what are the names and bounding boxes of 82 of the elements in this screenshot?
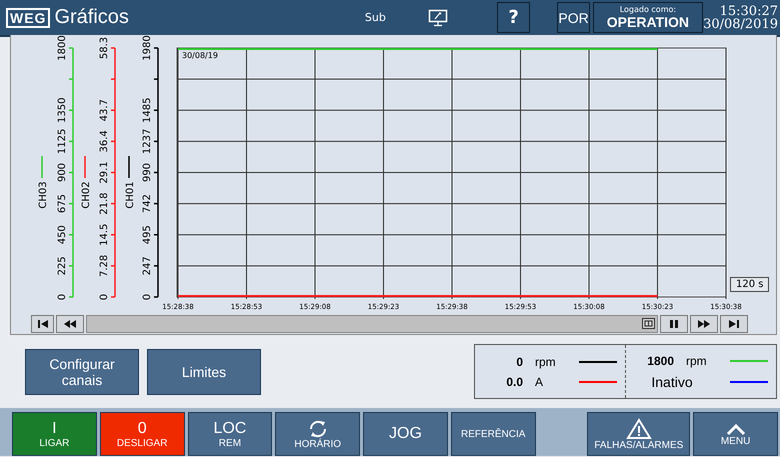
logo: WEG — [6, 8, 50, 28]
login-box[interactable]: Logado como: OPERATION — [592, 2, 704, 33]
axis-label: 43.7 — [99, 99, 110, 122]
help-button[interactable]: ? — [496, 2, 530, 33]
button-symbol: LOC — [213, 420, 246, 438]
chevron-up-icon — [724, 422, 747, 436]
button-label: HORÁRIO — [294, 438, 342, 450]
footer-button[interactable]: LOC REM — [188, 412, 272, 456]
footer-button[interactable]: JOG — [363, 412, 448, 456]
time-span-box[interactable]: 120 s — [730, 277, 770, 292]
legend-value: Inativo — [650, 374, 694, 390]
legend-unit: rpm — [534, 354, 557, 368]
language-button[interactable]: POR — [557, 2, 590, 33]
axis-label: 225 — [57, 256, 68, 276]
rewind-icon — [63, 318, 77, 328]
footer-button[interactable]: HORÁRIO — [275, 412, 360, 456]
footer-button[interactable]: REFERÊNCIA — [450, 412, 536, 456]
button-symbol: 0 — [138, 420, 147, 438]
axis-label: 1350 — [57, 98, 68, 123]
legend-unit: A — [534, 374, 544, 388]
warning-icon — [626, 418, 652, 440]
clock-date: 30/08/2019 — [703, 18, 778, 30]
date-label: 30/08/19 — [182, 51, 218, 60]
axis-label: 58.3 — [99, 36, 110, 60]
axis-label: 0 — [99, 294, 110, 300]
axis-label: 675 — [57, 194, 68, 214]
button-label: MENU — [720, 436, 750, 446]
footer-button[interactable]: FALHAS/ALARMES — [587, 412, 690, 456]
button-label: REFERÊNCIA — [460, 428, 526, 440]
pause-icon — [667, 318, 681, 328]
skip-start-button[interactable] — [31, 314, 54, 332]
legend-value: 1800 — [646, 354, 674, 368]
user-name: OPERATION — [606, 14, 689, 30]
axis-label: 36.4 — [99, 130, 110, 152]
fast-forward-button[interactable] — [690, 314, 718, 332]
axis-label: 450 — [57, 225, 68, 244]
channel-label: CH02 — [81, 181, 92, 209]
footer-button[interactable]: I LIGAR — [12, 412, 97, 456]
fast-forward-icon — [697, 318, 711, 328]
button-label: DESLIGAR — [116, 438, 168, 448]
button-label: LIGAR — [39, 438, 70, 448]
pause-button[interactable] — [660, 314, 688, 332]
axis-label: 1980 — [142, 35, 153, 61]
axis-label: 21.8 — [99, 192, 110, 215]
button-label: FALHAS/ALARMES — [594, 440, 684, 450]
skip-end-icon — [727, 318, 741, 328]
axis-label: 495 — [142, 225, 153, 244]
axis-label: 0 — [142, 294, 153, 300]
action-button[interactable]: Configurar canais — [25, 348, 139, 394]
clock-time: 15:30:27 — [720, 4, 778, 18]
axis-label: 990 — [142, 162, 153, 182]
legend-value: 0 — [515, 354, 523, 368]
legend-unit: rpm — [685, 354, 708, 368]
monitor-icon[interactable] — [428, 8, 448, 26]
rewind-button[interactable] — [56, 314, 84, 332]
scroll-handle-icon[interactable] — [642, 318, 655, 329]
axis-label: 247 — [142, 256, 153, 276]
footer-button[interactable]: 0 DESLIGAR — [100, 412, 185, 456]
axis-label: 742 — [142, 194, 153, 214]
axis-label: 1237 — [142, 128, 153, 154]
channel-label: CH01 — [125, 181, 136, 209]
skip-start-icon — [36, 318, 50, 328]
channel-label: CH03 — [38, 181, 49, 209]
legend-value: 0.0 — [505, 374, 523, 388]
button-label: REM — [218, 438, 242, 448]
action-button[interactable]: Limites — [147, 348, 261, 394]
button-label: JOG — [389, 425, 422, 443]
axis-label: 0 — [57, 294, 68, 300]
axis-label: 1485 — [142, 98, 153, 123]
axis-label: 14.5 — [99, 224, 110, 246]
axis-label: 900 — [57, 162, 68, 182]
axis-label: 29.1 — [99, 161, 110, 184]
skip-end-button[interactable] — [720, 314, 748, 332]
axis-label: 1800 — [57, 35, 68, 61]
window-title: Gráficos — [54, 6, 129, 29]
axis-label: 7.28 — [99, 254, 110, 277]
button-symbol: I — [52, 420, 57, 438]
login-caption: Logado como: — [620, 5, 676, 14]
axis-label: 1125 — [57, 128, 68, 154]
sub-label: Sub — [364, 11, 386, 24]
footer-button[interactable]: MENU — [693, 412, 778, 456]
scrollbar[interactable] — [86, 314, 658, 332]
